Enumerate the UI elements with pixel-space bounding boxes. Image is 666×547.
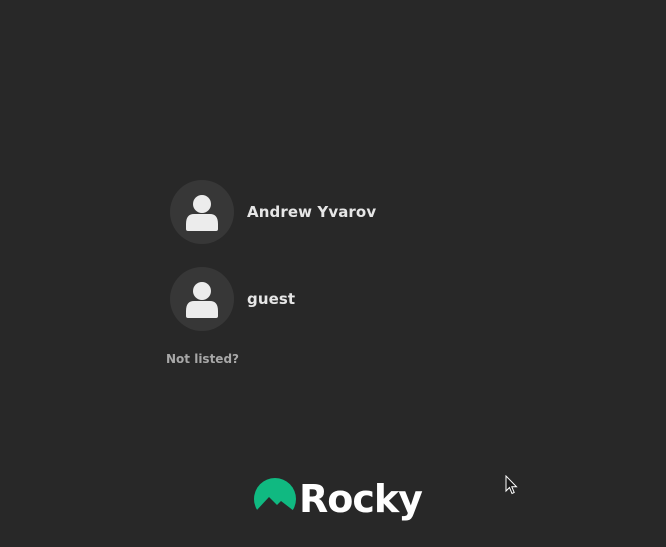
mouse-pointer-icon	[505, 475, 518, 495]
rocky-logo-icon	[254, 478, 296, 521]
person-icon	[186, 282, 218, 318]
person-icon	[186, 195, 218, 231]
user-avatar	[170, 180, 234, 244]
login-screen: Andrew Yvarov guest Not listed? Rocky	[0, 0, 666, 547]
user-item-guest[interactable]: guest	[170, 267, 490, 331]
distro-branding: Rocky	[253, 476, 423, 522]
not-listed-link[interactable]: Not listed?	[166, 352, 239, 366]
user-name: Andrew Yvarov	[247, 203, 377, 221]
user-avatar	[170, 267, 234, 331]
user-list: Andrew Yvarov guest	[170, 180, 490, 354]
brand-wordmark: Rocky	[299, 477, 423, 521]
user-item-andrew-yvarov[interactable]: Andrew Yvarov	[170, 180, 490, 244]
user-name: guest	[247, 290, 296, 308]
